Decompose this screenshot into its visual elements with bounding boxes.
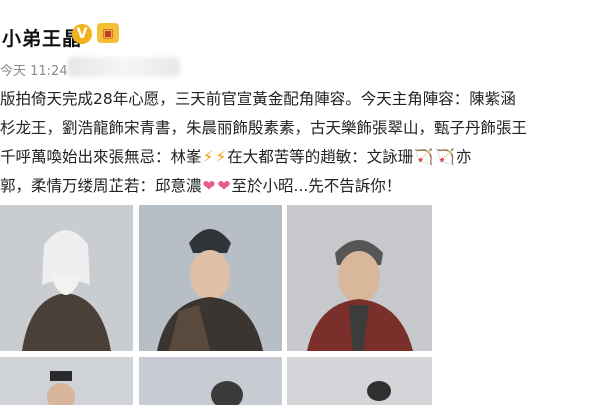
photo-partial [0, 357, 133, 405]
post-text-span: 郭，柔情万缕周芷若：邱意濃 [0, 177, 202, 195]
bow-emoji-icon: 🏹 [435, 148, 455, 166]
post-line: 郭，柔情万缕周芷若：邱意濃❤ ❤至於小昭...先不告訴你！ [0, 172, 600, 201]
author-name[interactable]: 小弟王晶 [2, 24, 82, 51]
photo-thumbnail[interactable] [139, 357, 282, 405]
post-text-span: 至於小昭...先不告訴你！ [231, 177, 402, 195]
lightning-emoji-icon: ⚡ [202, 148, 214, 166]
photo-thumbnail[interactable] [139, 205, 282, 351]
post-line: 版拍倚天完成28年心愿，三天前官宣黃金配角陣容。今天主角陣容：陳紫涵 [0, 90, 516, 108]
photo-partial [139, 357, 282, 405]
post-line: 杉龙王，劉浩龍飾宋青書，朱晨丽飾殷素素，古天樂飾張翠山，甄子丹飾張王 [0, 119, 528, 137]
post-time: 今天 11:24 [0, 64, 68, 79]
post-text-span: 亦 [455, 148, 472, 166]
post-header: 小弟王晶 V ▣ [0, 18, 600, 58]
heart-emoji-icon: ❤ [217, 177, 231, 195]
photo-elder-white-hair [0, 205, 133, 351]
photo-thumbnail[interactable] [0, 357, 133, 405]
blurred-source [68, 57, 180, 77]
heart-emoji-icon: ❤ [202, 177, 216, 195]
photo-young-warrior [139, 205, 282, 351]
post-line: 千呼萬喚始出來張無忌：林峯⚡ ⚡在大都苦等的趙敏：文詠珊🏹 🏹亦 [0, 143, 600, 172]
photo-grid [0, 205, 600, 405]
post-text-span: 千呼萬喚始出來張無忌：林峯 [0, 148, 202, 166]
bow-emoji-icon: 🏹 [414, 148, 434, 166]
photo-middle-aged-man [287, 205, 432, 351]
member-badge-icon: ▣ [97, 23, 119, 43]
photo-partial [287, 357, 432, 405]
photo-thumbnail[interactable] [287, 205, 432, 351]
lightning-emoji-icon: ⚡ [215, 148, 227, 166]
post-text-span: 在大都苦等的趙敏：文詠珊 [227, 148, 414, 166]
verified-icon: V [72, 24, 92, 44]
photo-thumbnail[interactable] [287, 357, 432, 405]
photo-thumbnail[interactable] [0, 205, 133, 351]
post-text: 版拍倚天完成28年心愿，三天前官宣黃金配角陣容。今天主角陣容：陳紫涵 杉龙王，劉… [0, 85, 600, 201]
